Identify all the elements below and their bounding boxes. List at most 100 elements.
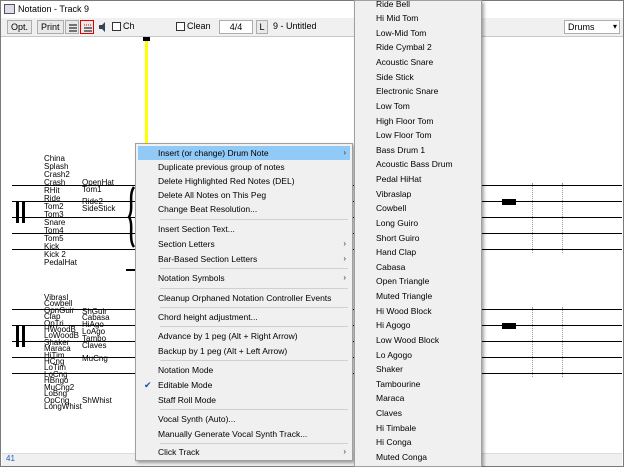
menu-item-label: Bar-Based Section Letters: [158, 254, 258, 264]
menu-item-label: Advance by 1 peg (Alt + Right Arrow): [158, 331, 298, 341]
drum-item[interactable]: Low Wood Block: [357, 333, 479, 347]
speaker-icon[interactable]: [97, 21, 109, 33]
drum-item[interactable]: Lo Agogo: [357, 348, 479, 362]
menu-item-bar-based-section-letters[interactable]: Bar-Based Section Letters ›: [138, 252, 350, 266]
rest-mark: [502, 323, 516, 329]
drum-item[interactable]: Muted Conga: [357, 450, 479, 464]
l-button[interactable]: L: [256, 20, 268, 34]
menu-item-label: Manually Generate Vocal Synth Track...: [158, 429, 308, 439]
menu-item-label: Backup by 1 peg (Alt + Left Arrow): [158, 346, 288, 356]
drum-item[interactable]: Low-Mid Tom: [357, 26, 479, 40]
menu-item-advance-peg[interactable]: Advance by 1 peg (Alt + Right Arrow): [138, 329, 350, 343]
drum-item[interactable]: Hand Clap: [357, 245, 479, 259]
part-select[interactable]: Drums ▾: [564, 20, 620, 34]
checkmark-icon: ✔: [144, 380, 152, 390]
drum-item[interactable]: Electronic Snare: [357, 84, 479, 98]
menu-item-notation-mode[interactable]: Notation Mode: [138, 363, 350, 377]
menu-item-click-track[interactable]: Click Track ›: [138, 445, 350, 459]
drum-item[interactable]: Cowbell: [357, 201, 479, 215]
clef-bar: [16, 325, 19, 347]
menu-item-cleanup-orphaned[interactable]: Cleanup Orphaned Notation Controller Eve…: [138, 291, 350, 305]
menu-item-label: Duplicate previous group of notes: [158, 162, 285, 172]
rest-mark: [502, 199, 516, 205]
drum-item[interactable]: Side Stick: [357, 70, 479, 84]
drum-item[interactable]: Tambourine: [357, 377, 479, 391]
drum-item[interactable]: High Floor Tom: [357, 114, 479, 128]
drum-label: PedalHat: [44, 258, 77, 267]
drum-item[interactable]: Low Tom: [357, 99, 479, 113]
drum-item[interactable]: Bass Drum 1: [357, 143, 479, 157]
drum-item[interactable]: Acoustic Bass Drum: [357, 157, 479, 171]
beat-divider: [562, 183, 563, 253]
drum-item[interactable]: Acoustic Snare: [357, 55, 479, 69]
menu-item-chord-height[interactable]: Chord height adjustment...: [138, 310, 350, 324]
submenu-arrow-icon: ›: [343, 239, 346, 248]
menu-item-label: Section Letters: [158, 239, 215, 249]
menu-item-section-letters[interactable]: Section Letters ›: [138, 237, 350, 251]
beat-divider: [532, 183, 533, 253]
menu-separator: [160, 288, 348, 289]
drum-item[interactable]: Pedal HiHat: [357, 172, 479, 186]
drum-label: Tom1: [82, 185, 102, 194]
drum-item[interactable]: Hi Wood Block: [357, 304, 479, 318]
drum-item[interactable]: Vibraslap: [357, 187, 479, 201]
menu-item-label: Staff Roll Mode: [158, 395, 216, 405]
drum-item[interactable]: Hi Timbale: [357, 421, 479, 435]
dotted-lines-icon[interactable]: [80, 20, 94, 34]
drum-item[interactable]: Short Guiro: [357, 231, 479, 245]
menu-separator: [160, 409, 348, 410]
menu-item-delete-highlighted[interactable]: Delete Highlighted Red Notes (DEL): [138, 174, 350, 188]
menu-item-label: Notation Symbols: [158, 273, 225, 283]
drum-item[interactable]: Cabasa: [357, 260, 479, 274]
menu-item-duplicate-group[interactable]: Duplicate previous group of notes: [138, 160, 350, 174]
print-button[interactable]: Print: [37, 20, 64, 34]
menu-item-staff-roll-mode[interactable]: Staff Roll Mode: [138, 393, 350, 407]
drum-item[interactable]: Ride Bell: [357, 1, 479, 11]
drum-item[interactable]: Muted Triangle: [357, 289, 479, 303]
drum-item[interactable]: Shaker: [357, 362, 479, 376]
drum-label: LongWhist: [44, 401, 82, 411]
drum-item[interactable]: Low Floor Tom: [357, 128, 479, 142]
menu-separator: [160, 219, 348, 220]
menu-item-insert-section-text[interactable]: Insert Section Text...: [138, 222, 350, 236]
menu-item-editable-mode[interactable]: ✔ Editable Mode: [138, 378, 350, 392]
menu-item-change-beat-resolution[interactable]: Change Beat Resolution...: [138, 202, 350, 216]
menu-item-notation-symbols[interactable]: Notation Symbols ›: [138, 271, 350, 285]
clean-label: Clean: [187, 21, 211, 31]
menu-item-generate-vocal-synth[interactable]: Manually Generate Vocal Synth Track...: [138, 427, 350, 441]
beat-divider: [562, 307, 563, 377]
drum-item[interactable]: Open Triangle: [357, 274, 479, 288]
submenu-arrow-icon: ›: [343, 273, 346, 282]
track-number: 41: [6, 454, 15, 463]
drum-item[interactable]: Ride Cymbal 2: [357, 40, 479, 54]
drum-item[interactable]: Hi Mid Tom: [357, 11, 479, 25]
drum-label: ShWhist: [82, 396, 112, 405]
time-signature-field[interactable]: 4/4: [219, 20, 253, 34]
window-title: Notation - Track 9: [18, 4, 90, 14]
clef-bar: [22, 325, 25, 347]
staff-lines-icon[interactable]: [65, 20, 79, 34]
ch-checkbox[interactable]: [112, 22, 121, 31]
menu-item-insert-drum-note[interactable]: Insert (or change) Drum Note ›: [138, 146, 350, 160]
drum-item[interactable]: Hi Agogo: [357, 318, 479, 332]
menu-item-delete-all-on-peg[interactable]: Delete All Notes on This Peg: [138, 188, 350, 202]
menu-item-label: Delete Highlighted Red Notes (DEL): [158, 176, 295, 186]
submenu-arrow-icon: ›: [343, 254, 346, 263]
opt-button[interactable]: Opt.: [7, 20, 33, 34]
menu-item-label: Insert Section Text...: [158, 224, 235, 234]
drum-label: SideStick: [82, 204, 116, 213]
clean-checkbox[interactable]: [176, 22, 185, 31]
drum-label: Claves: [82, 341, 107, 350]
menu-separator: [160, 326, 348, 327]
menu-item-vocal-synth-auto[interactable]: Vocal Synth (Auto)...: [138, 412, 350, 426]
menu-item-label: Chord height adjustment...: [158, 312, 258, 322]
submenu-arrow-icon: ›: [343, 148, 346, 157]
drum-item[interactable]: Claves: [357, 406, 479, 420]
title-bar: Notation - Track 9: [1, 1, 623, 18]
drum-item[interactable]: Maraca: [357, 391, 479, 405]
clef-bar: [16, 201, 19, 223]
drum-item[interactable]: Hi Conga: [357, 435, 479, 449]
menu-item-backup-peg[interactable]: Backup by 1 peg (Alt + Left Arrow): [138, 344, 350, 358]
drum-item[interactable]: Long Guiro: [357, 216, 479, 230]
menu-item-label: Vocal Synth (Auto)...: [158, 414, 236, 424]
